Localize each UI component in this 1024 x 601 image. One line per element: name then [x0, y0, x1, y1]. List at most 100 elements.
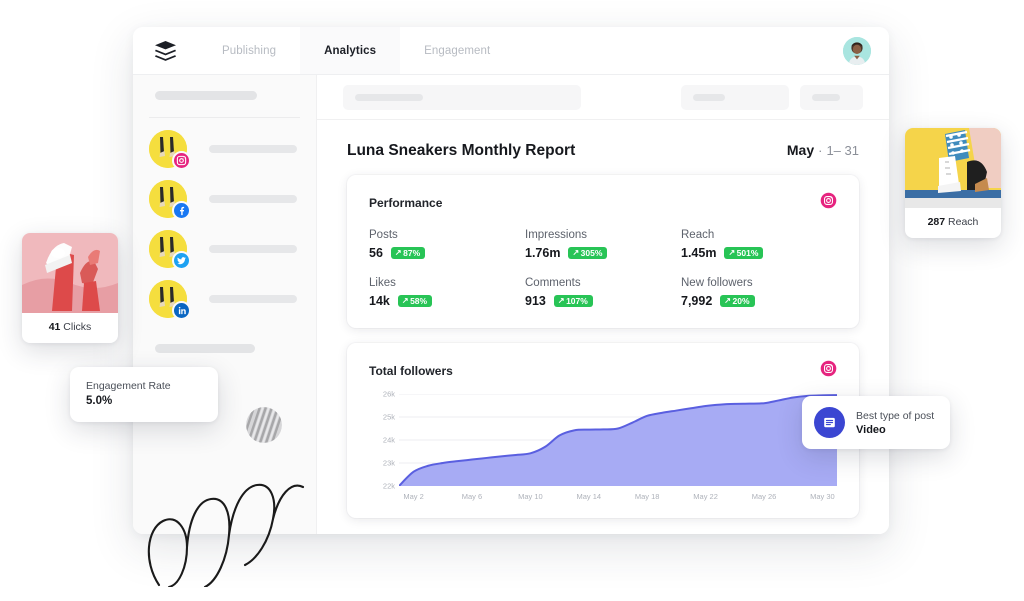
- search-input[interactable]: [343, 84, 581, 110]
- instagram-icon: [820, 360, 837, 382]
- account-avatar-wrap: [149, 180, 191, 220]
- tab-engagement[interactable]: Engagement: [400, 27, 514, 74]
- account-avatar-wrap: [149, 280, 191, 320]
- trend-up-icon: ↗: [572, 248, 580, 257]
- nav-tabs: Publishing Analytics Engagement: [198, 27, 514, 74]
- date-range-separator: ·: [818, 143, 823, 158]
- chart-y-axis: 22k 23k 24k 25k 26k: [369, 390, 395, 491]
- metric-label: Likes: [369, 277, 396, 289]
- status-badge: ↗ 501%: [724, 246, 764, 260]
- metric-label: Posts: [369, 229, 398, 241]
- video-post-icon: [814, 407, 845, 438]
- metric-value: 14k: [369, 294, 390, 308]
- sidebar-item-linkedin[interactable]: [133, 280, 316, 320]
- chart-y-tick: 22k: [382, 481, 395, 491]
- account-name-placeholder: [209, 195, 297, 203]
- content-area: Luna Sneakers Monthly Report May · 1– 31 P…: [317, 75, 889, 534]
- best-post-title: Best type of post: [856, 409, 935, 422]
- chart-y-tick: 25k: [382, 412, 395, 422]
- sidebar-item-twitter[interactable]: [133, 230, 316, 270]
- chart-x-axis: May 2 May 6 May 10 May 14 May 18 May 22 May 26…: [399, 492, 837, 506]
- chart-x-tick: May 6: [461, 492, 483, 501]
- metric-row: 913 ↗ 107%: [525, 294, 681, 308]
- status-badge: ↗ 107%: [553, 294, 593, 308]
- chart-x-tick: May 10: [518, 492, 543, 501]
- metric-posts: Posts 56 ↗ 87%: [369, 229, 525, 260]
- pink-sneaker-photo: [22, 233, 118, 313]
- engagement-rate-card[interactable]: Engagement Rate 5.0%: [70, 367, 218, 422]
- reach-caption: 287 Reach: [905, 208, 1001, 238]
- filter-dropdown[interactable]: [681, 84, 789, 110]
- content-toolbar: [317, 75, 889, 120]
- chart-x-tick: May 14: [576, 492, 602, 501]
- sidebar-divider: [149, 117, 300, 118]
- sidebar-item-instagram[interactable]: [133, 130, 316, 170]
- best-post-card[interactable]: Best type of post Video: [802, 396, 950, 449]
- metric-likes: Likes 14k ↗ 58%: [369, 277, 525, 308]
- performance-title: Performance: [369, 196, 443, 210]
- chart-x-tick: May 22: [693, 492, 718, 501]
- performance-card: Performance Posts 56 ↗ 87% Impressions 1…: [347, 175, 859, 328]
- filter-placeholder: [693, 93, 725, 101]
- metric-impressions: Impressions 1.76m ↗ 305%: [525, 229, 681, 260]
- trend-up-icon: ↗: [724, 296, 731, 305]
- account-name-placeholder: [209, 295, 297, 303]
- tab-analytics[interactable]: Analytics: [300, 27, 401, 74]
- action-placeholder: [812, 93, 840, 101]
- chart-x-tick: May 18: [634, 492, 660, 501]
- best-post-text: Best type of post Video: [856, 410, 934, 436]
- layers-stack-icon: [155, 40, 176, 61]
- trend-up-icon: ↗: [728, 248, 736, 257]
- chart-y-tick: 23k: [382, 458, 395, 468]
- status-badge: ↗ 20%: [720, 294, 755, 308]
- metric-value: 56: [369, 246, 383, 260]
- delta-value: 87%: [403, 247, 421, 258]
- account-name-placeholder: [209, 145, 297, 153]
- chart-x-tick: May 2: [403, 492, 424, 501]
- page-title: Luna Sneakers Monthly Report: [347, 142, 576, 159]
- instagram-icon: [172, 151, 191, 170]
- facebook-icon: [172, 201, 191, 220]
- chart-svg: [399, 394, 837, 486]
- performance-card-header: Performance: [369, 192, 837, 214]
- chart-plot-area: [399, 394, 837, 486]
- delta-value: 20%: [732, 295, 750, 306]
- engagement-rate-title: Engagement Rate: [86, 380, 171, 392]
- performance-metrics: Posts 56 ↗87% Impressions 1.76m ↗305%: [369, 229, 837, 308]
- decorative-circle: [246, 407, 282, 443]
- metric-label: Comments: [525, 277, 581, 289]
- reach-card[interactable]: 287 Reach: [905, 128, 1001, 238]
- avatar[interactable]: [843, 36, 871, 65]
- report-header: Luna Sneakers Monthly Report May · 1– 31: [317, 120, 889, 160]
- metric-row: 1.76m ↗ 305%: [525, 246, 681, 260]
- metric-row: 56 ↗ 87%: [369, 246, 525, 260]
- account-name-placeholder: [209, 245, 297, 253]
- screenshot-stage: Publishing Analytics Engagement Luna Sne…: [0, 0, 1024, 601]
- delta-value: 501%: [736, 247, 759, 258]
- clicks-value: 41: [48, 321, 61, 333]
- followers-title: Total followers: [369, 364, 453, 378]
- metric-value: 7,992: [681, 294, 713, 308]
- account-avatar-wrap: [149, 230, 191, 270]
- date-range[interactable]: May · 1– 31: [787, 142, 859, 158]
- metric-label: Reach: [681, 229, 715, 241]
- yellow-sneaker-photo: [905, 128, 1001, 208]
- total-followers-card: Total followers 22k 23k 24k 25k 26k May …: [347, 343, 859, 518]
- tab-publishing[interactable]: Publishing: [198, 27, 300, 74]
- engagement-rate-value: 5.0%: [86, 395, 113, 407]
- action-button[interactable]: [800, 84, 863, 110]
- metric-value: 1.76m: [525, 246, 561, 260]
- twitter-icon: [172, 251, 191, 270]
- status-badge: ↗ 305%: [568, 246, 608, 260]
- metric-label: Impressions: [525, 229, 587, 241]
- texture-circle-icon: [246, 407, 282, 443]
- metric-comments: Comments 913 ↗ 107%: [525, 277, 681, 308]
- clicks-card[interactable]: 41 Clicks: [22, 233, 118, 343]
- chart-x-tick: May 30: [810, 492, 835, 501]
- trend-up-icon: ↗: [394, 248, 402, 257]
- metric-value: 1.45m: [681, 246, 717, 260]
- sidebar-item-facebook[interactable]: [133, 180, 316, 220]
- trend-up-icon: ↗: [557, 296, 565, 305]
- app-logo[interactable]: [133, 27, 198, 74]
- followers-card-header: Total followers: [369, 360, 837, 382]
